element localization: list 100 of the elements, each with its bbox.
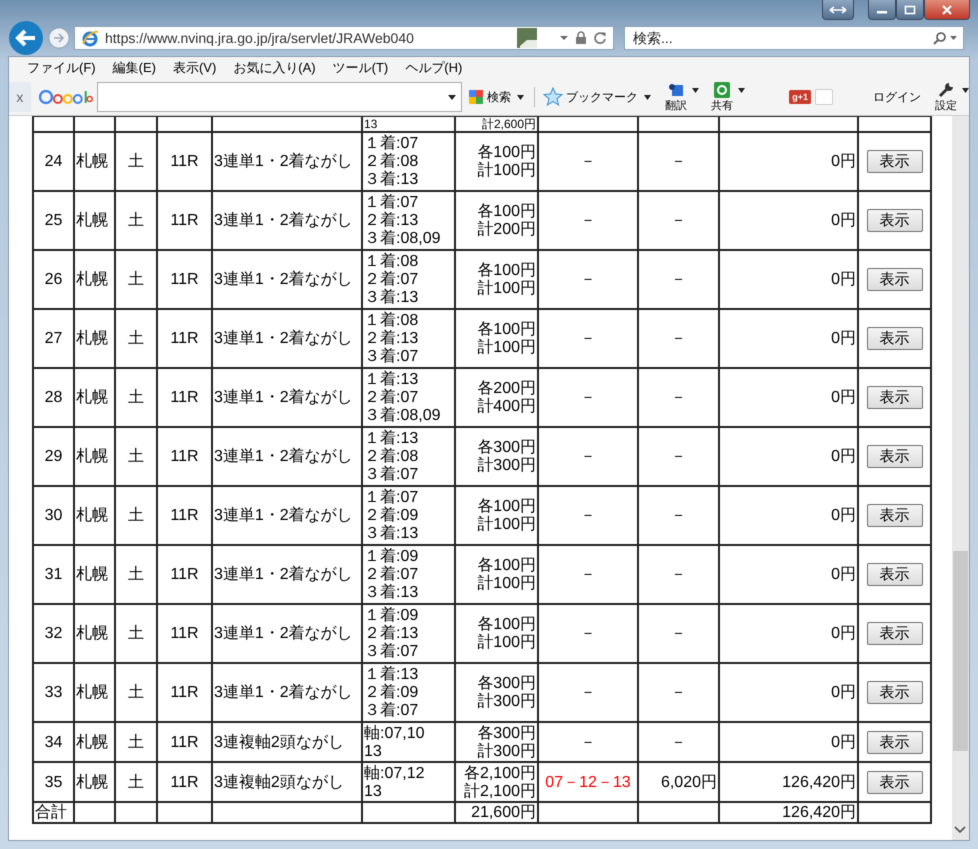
table-cell: 21,600円 — [471, 804, 536, 821]
table-cell: 0円 — [831, 448, 856, 465]
scrollbar-thumb[interactable] — [953, 551, 968, 751]
refresh-icon[interactable] — [593, 31, 607, 45]
toolbar-close-button[interactable]: x — [9, 82, 31, 112]
dropdown-icon[interactable] — [559, 33, 569, 43]
table-cell: 0円 — [831, 212, 856, 229]
back-icon[interactable] — [8, 20, 44, 56]
address-bar[interactable]: https://www.nvinq.jra.go.jp/jra/servlet/JRAWeb040 — [74, 26, 614, 50]
menu-item[interactable]: お気に入り(A) — [233, 59, 316, 79]
login-link[interactable]: ログイン — [871, 88, 923, 106]
table-cell: 13 — [364, 117, 378, 131]
table-cell: 24 — [44, 153, 62, 170]
table-cell: 土 — [128, 448, 144, 465]
close-icon[interactable] — [924, 0, 970, 20]
table-cell: － — [670, 153, 686, 170]
table-cell: － — [580, 212, 596, 229]
menu-item[interactable]: ツール(T) — [332, 59, 388, 79]
table-cell: － — [580, 507, 596, 524]
menu-item[interactable]: 表示(V) — [172, 59, 216, 79]
show-button[interactable]: 表示 — [866, 730, 922, 754]
table-cell: １着:07 ２着:08 ３着:13 — [364, 135, 418, 189]
caret-icon — [962, 88, 969, 92]
table-cell: 計2,600円 — [482, 117, 536, 131]
translate-icon — [668, 82, 684, 98]
google-logo-icon — [38, 89, 93, 105]
table-cell: 軸:07,10 13 — [364, 724, 424, 760]
table-cell: 土 — [128, 734, 144, 750]
lock-icon — [575, 31, 587, 45]
table-cell: 126,420円 — [782, 804, 856, 821]
table-cell: － — [580, 684, 596, 701]
table-cell: － — [670, 507, 686, 524]
table-cell: 3連単1・2着ながし — [214, 566, 353, 583]
search-icon[interactable] — [932, 31, 958, 45]
show-button[interactable]: 表示 — [866, 504, 922, 527]
table-cell: 32 — [44, 625, 62, 642]
search-field[interactable]: 検索... — [624, 26, 964, 50]
table-cell: 3連複軸2頭ながし — [214, 774, 344, 790]
table-cell: 07－12－13 — [545, 774, 631, 790]
show-button[interactable]: 表示 — [866, 209, 922, 232]
table-cell: － — [580, 448, 596, 465]
table-cell: 6,020円 — [660, 774, 717, 790]
table-cell: １着:07 ２着:09 ３着:13 — [364, 489, 418, 543]
minimize-icon[interactable] — [868, 0, 896, 20]
table-cell: 3連単1・2着ながし — [214, 212, 353, 229]
google-search-field[interactable] — [96, 82, 462, 112]
table-cell: １着:09 ２着:13 ３着:07 — [364, 607, 418, 661]
scroll-down-icon[interactable] — [954, 826, 966, 834]
show-button[interactable]: 表示 — [866, 770, 922, 794]
share-icon — [714, 82, 730, 98]
show-button[interactable]: 表示 — [866, 681, 922, 704]
table-cell: 札幌 — [76, 212, 108, 229]
table-cell: 3連単1・2着ながし — [214, 684, 353, 701]
table-cell: 25 — [44, 212, 62, 229]
url-text: https://www.nvinq.jra.go.jp/jra/servlet/JRAWeb040 — [105, 30, 415, 46]
settings-button[interactable]: 設定 — [933, 82, 969, 112]
caret-icon[interactable] — [447, 93, 458, 101]
table-cell: 各200円 計400円 — [477, 380, 536, 416]
menu-item[interactable]: ヘルプ(H) — [405, 59, 462, 79]
show-button[interactable]: 表示 — [866, 268, 922, 291]
show-button[interactable]: 表示 — [866, 327, 922, 350]
show-button[interactable]: 表示 — [866, 563, 922, 586]
table-cell: 11R — [170, 448, 199, 465]
table-cell: １着:09 ２着:07 ３着:13 — [364, 548, 418, 602]
menu-item[interactable]: 編集(E) — [112, 59, 156, 79]
show-button[interactable]: 表示 — [866, 150, 922, 173]
table-cell: 27 — [44, 330, 62, 347]
bookmark-button[interactable]: ブックマーク — [534, 87, 654, 107]
table-cell: 札幌 — [76, 271, 108, 288]
table-cell: 126,420円 — [782, 774, 856, 790]
menu-item[interactable]: ファイル(F) — [27, 59, 96, 79]
translate-button[interactable]: 翻訳 — [663, 82, 700, 112]
table-cell: 0円 — [831, 389, 856, 406]
table-cell: 3連単1・2着ながし — [214, 507, 353, 524]
table-cell: 札幌 — [76, 734, 108, 750]
table-cell: 26 — [44, 271, 62, 288]
table-cell: － — [580, 625, 596, 642]
table-cell: 30 — [44, 507, 62, 524]
show-button[interactable]: 表示 — [866, 386, 922, 409]
table-cell: 0円 — [831, 330, 856, 347]
plus-one-button[interactable]: g+1 — [789, 90, 811, 104]
table-cell: 札幌 — [76, 507, 108, 524]
table-cell: 合計 — [35, 804, 67, 821]
show-button[interactable]: 表示 — [866, 445, 922, 468]
table-cell: 11R — [170, 734, 199, 750]
maximize-icon[interactable] — [896, 0, 924, 20]
table-cell: 土 — [128, 153, 144, 170]
table-cell: 各100円 計200円 — [477, 203, 536, 239]
show-button[interactable]: 表示 — [866, 622, 922, 645]
table-cell: － — [670, 271, 686, 288]
table-cell: 11R — [170, 212, 199, 229]
caret-icon — [692, 88, 700, 92]
share-button[interactable]: 共有 — [709, 82, 746, 112]
table-cell: １着:07 ２着:13 ３着:08,09 — [364, 194, 440, 248]
table-cell: 11R — [170, 566, 199, 583]
restore-icon[interactable] — [822, 0, 854, 20]
table-cell: 34 — [44, 734, 62, 750]
scrollbar[interactable] — [952, 116, 969, 840]
table-cell: 各100円 計100円 — [477, 144, 536, 180]
search-button[interactable]: 検索 — [466, 88, 526, 106]
